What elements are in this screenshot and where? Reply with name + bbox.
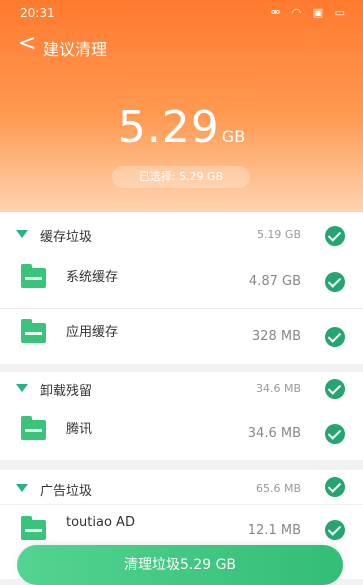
item-size: 34.6 MB	[247, 426, 301, 441]
page-title: 建议清理	[43, 40, 108, 59]
group-residue: 卸载残留 34.6 MB 腾讯 34.6 MB	[0, 372, 363, 460]
total-size: 5.29 GB	[0, 102, 363, 153]
item-name: 腾讯	[66, 422, 93, 437]
item-size: 328 MB	[251, 329, 301, 344]
item-size: 12.1 MB	[247, 523, 301, 538]
item-check-icon[interactable]	[325, 272, 345, 292]
group-name: 广告垃圾	[40, 484, 93, 499]
total-size-unit: GB	[221, 127, 246, 146]
group-gap	[0, 460, 363, 470]
group-size: 65.6 MB	[255, 482, 301, 495]
back-icon[interactable]: <	[18, 33, 36, 55]
folder-icon	[21, 319, 46, 343]
group-size: 5.19 GB	[256, 228, 301, 241]
collapse-triangle-icon[interactable]	[16, 230, 28, 238]
group-cache: 缓存垃圾 5.19 GB 系统缓存 4.87 GB 应用缓存 328 MB	[0, 212, 363, 364]
total-size-value: 5.29	[117, 102, 220, 153]
group-header[interactable]: 缓存垃圾 5.19 GB	[0, 212, 363, 256]
item-name: 系统缓存	[66, 270, 119, 285]
group-gap	[0, 364, 363, 372]
list-item[interactable]: 系统缓存 4.87 GB	[0, 254, 363, 310]
item-size: 4.87 GB	[248, 274, 301, 289]
selected-size-pill: 已选择: 5.29 GB	[112, 166, 250, 188]
status-time: 20:31	[20, 6, 55, 20]
list-item[interactable]: 腾讯 34.6 MB	[0, 406, 363, 462]
group-check-icon[interactable]	[325, 226, 345, 246]
status-icons: ⚮ ◠ ▣ ▭	[270, 6, 349, 19]
collapse-triangle-icon[interactable]	[16, 484, 28, 492]
item-name: toutiao AD	[66, 515, 135, 530]
collapse-triangle-icon[interactable]	[16, 384, 28, 392]
group-name: 卸载残留	[40, 384, 93, 399]
folder-icon	[21, 416, 46, 440]
folder-icon	[21, 264, 46, 288]
group-name: 缓存垃圾	[40, 230, 93, 245]
group-check-icon[interactable]	[325, 477, 345, 497]
folder-icon	[21, 516, 46, 540]
list-item[interactable]: 应用缓存 328 MB	[0, 309, 363, 365]
item-check-icon[interactable]	[325, 520, 345, 540]
header: 20:31 ⚮ ◠ ▣ ▭ < 建议清理 5.29 GB 已选择: 5.29 GB	[0, 0, 363, 212]
item-check-icon[interactable]	[325, 424, 345, 444]
group-check-icon[interactable]	[325, 379, 345, 399]
item-name: 应用缓存	[66, 325, 119, 340]
clean-button[interactable]: 清理垃圾5.29 GB	[17, 545, 343, 585]
item-check-icon[interactable]	[325, 327, 345, 347]
divider	[0, 504, 363, 505]
group-size: 34.6 MB	[255, 382, 301, 395]
